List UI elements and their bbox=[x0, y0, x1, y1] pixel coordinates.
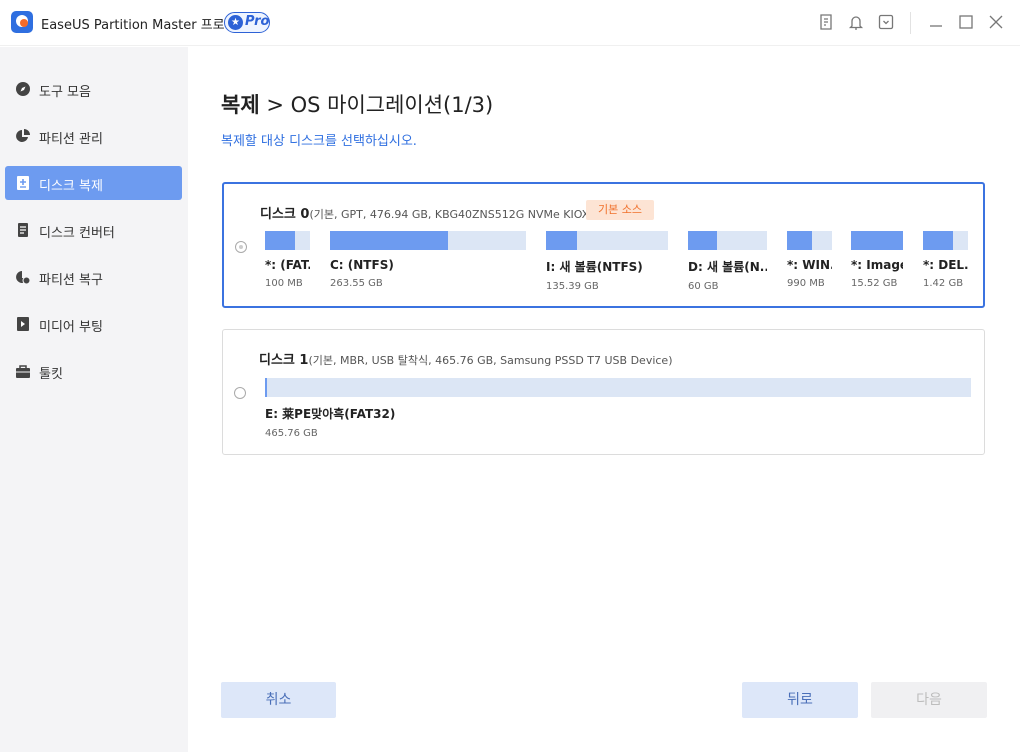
sidebar-item-toolkit[interactable]: 툴킷 bbox=[5, 354, 182, 388]
source-disk-badge: 기본 소스 bbox=[586, 200, 654, 220]
partition-6: *: DEL... 1.42 GB bbox=[923, 231, 968, 289]
partition-size: 15.52 GB bbox=[851, 278, 898, 289]
disk-radio[interactable] bbox=[235, 241, 247, 253]
disk-name: 디스크 0 bbox=[260, 207, 310, 222]
partition-size: 263.55 GB bbox=[330, 278, 383, 289]
page-subtitle: 복제할 대상 디스크를 선택하십시오. bbox=[221, 134, 417, 149]
sidebar-item-partition-manager[interactable]: 파티션 관리 bbox=[5, 119, 182, 153]
disk-clone-icon bbox=[15, 175, 31, 191]
back-button[interactable]: 뒤로 bbox=[742, 682, 858, 718]
close-icon[interactable] bbox=[986, 12, 1006, 32]
cancel-button[interactable]: 취소 bbox=[221, 682, 336, 718]
bootable-media-icon bbox=[15, 316, 31, 332]
star-icon: ★ bbox=[228, 15, 243, 30]
easeus-logo-icon bbox=[11, 11, 33, 33]
title-bar: EaseUS Partition Master 프로 버전 ★ Pro bbox=[0, 0, 1020, 46]
sidebar: 도구 모음 파티션 관리 디스크 복제 디스크 컨버터 파티션 복구 미디어 부… bbox=[0, 47, 188, 752]
partition-size: 100 MB bbox=[265, 278, 303, 289]
partition-0: *: (FAT... 100 MB bbox=[265, 231, 310, 289]
partition-bar bbox=[330, 231, 526, 250]
titlebar-divider bbox=[910, 12, 911, 34]
partition-size: 990 MB bbox=[787, 278, 825, 289]
partition-label: E: 莱PE맞아흑(FAT32) bbox=[265, 407, 396, 421]
compass-icon bbox=[15, 81, 31, 97]
disk-radio[interactable] bbox=[234, 387, 246, 399]
disk-card-1[interactable]: 디스크 1(기본, MBR, USB 탈착식, 465.76 GB, Samsu… bbox=[222, 329, 985, 455]
partition-recovery-icon bbox=[15, 269, 31, 285]
partition-size: 1.42 GB bbox=[923, 278, 964, 289]
bell-icon[interactable] bbox=[846, 12, 866, 32]
next-button[interactable]: 다음 bbox=[871, 682, 987, 718]
partition-5: *: Image... 15.52 GB bbox=[851, 231, 903, 289]
partition-size: 135.39 GB bbox=[546, 281, 599, 292]
minimize-icon[interactable] bbox=[926, 12, 946, 32]
partition-bar bbox=[787, 231, 832, 250]
pie-chart-icon bbox=[15, 128, 31, 144]
dropdown-menu-icon[interactable] bbox=[876, 12, 896, 32]
app-title: EaseUS Partition Master 프로 버전 bbox=[41, 18, 253, 33]
sidebar-item-disk-converter[interactable]: 디스크 컨버터 bbox=[5, 213, 182, 247]
partition-label: C: (NTFS) bbox=[330, 258, 394, 272]
disk-name: 디스크 1 bbox=[259, 353, 309, 368]
toolkit-icon bbox=[15, 363, 31, 379]
partition-2: I: 새 볼륨(NTFS) 135.39 GB bbox=[546, 231, 668, 292]
partition-label: *: (FAT... bbox=[265, 258, 310, 272]
disk-info: (기본, MBR, USB 탈착식, 465.76 GB, Samsung PS… bbox=[308, 354, 673, 367]
partition-0: E: 莱PE맞아흑(FAT32) 465.76 GB bbox=[265, 378, 971, 439]
partition-bar bbox=[688, 231, 767, 250]
sidebar-item-tools[interactable]: 도구 모음 bbox=[5, 72, 182, 106]
partition-bar bbox=[851, 231, 903, 250]
partition-label: *: DEL... bbox=[923, 258, 968, 272]
partition-4: *: WIN... 990 MB bbox=[787, 231, 832, 289]
disk-card-0[interactable]: 디스크 0(기본, GPT, 476.94 GB, KBG40ZNS512G N… bbox=[222, 182, 985, 308]
partition-bar bbox=[265, 378, 971, 397]
partition-bar bbox=[546, 231, 668, 250]
disk-header: 디스크 1(기본, MBR, USB 탈착식, 465.76 GB, Samsu… bbox=[259, 349, 673, 368]
feedback-icon[interactable] bbox=[816, 12, 836, 32]
pro-badge: ★ Pro bbox=[224, 12, 270, 33]
partition-label: D: 새 볼륨(N... bbox=[688, 260, 767, 274]
partition-bar bbox=[265, 231, 310, 250]
maximize-icon[interactable] bbox=[956, 12, 976, 32]
partition-3: D: 새 볼륨(N... 60 GB bbox=[688, 231, 767, 292]
sidebar-item-disk-clone[interactable]: 디스크 복제 bbox=[5, 166, 182, 200]
partition-label: *: Image... bbox=[851, 258, 903, 272]
partition-bar bbox=[923, 231, 968, 250]
partition-label: *: WIN... bbox=[787, 258, 832, 272]
partition-1: C: (NTFS) 263.55 GB bbox=[330, 231, 526, 289]
sidebar-item-bootable-media[interactable]: 미디어 부팅 bbox=[5, 307, 182, 341]
page-title: 복제 > OS 마이그레이션(1/3) bbox=[221, 93, 494, 117]
partition-size: 465.76 GB bbox=[265, 428, 318, 439]
partition-size: 60 GB bbox=[688, 281, 719, 292]
sidebar-item-partition-recovery[interactable]: 파티션 복구 bbox=[5, 260, 182, 294]
converter-icon bbox=[15, 222, 31, 238]
partition-label: I: 새 볼륨(NTFS) bbox=[546, 260, 643, 274]
